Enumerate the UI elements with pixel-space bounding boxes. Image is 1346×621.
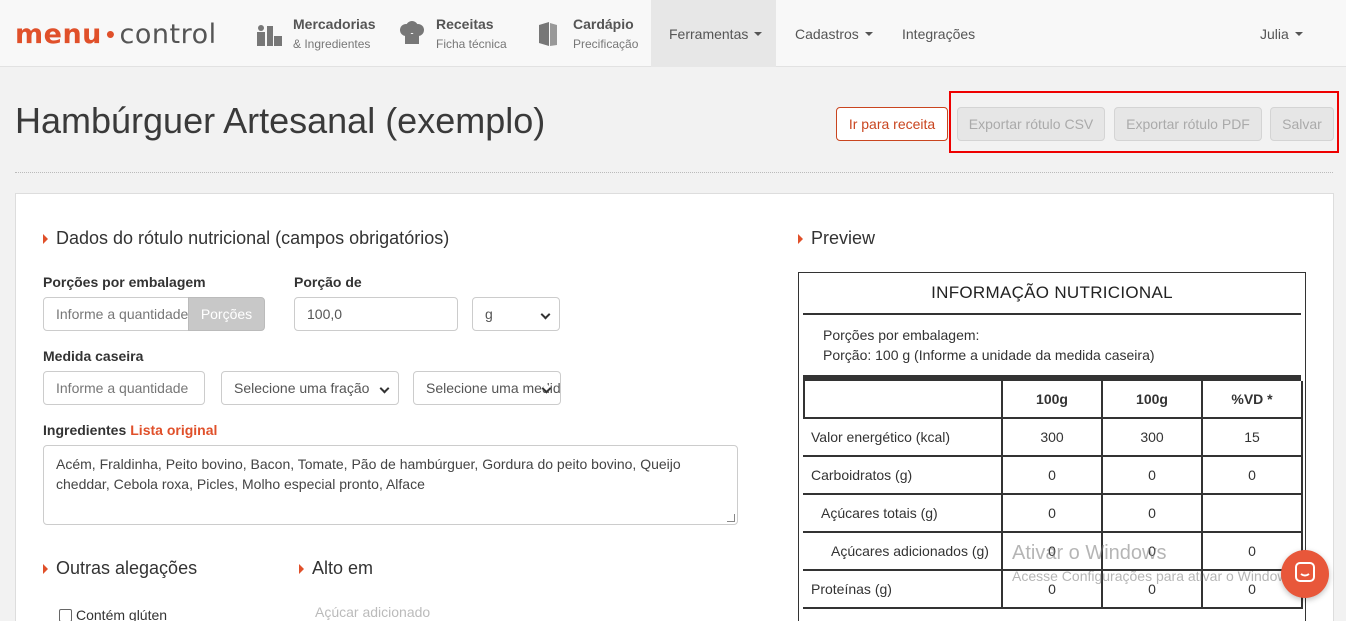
portion-line: Porção: 100 g (Informe a unidade da medi… [823,347,1155,363]
table-cell: 300 [1103,419,1203,457]
header-divider [15,172,1333,173]
windows-activation-sub: Acesse Configurações para ativar o Windo… [1012,568,1299,584]
chat-icon [1294,561,1316,588]
nav-ferramentas[interactable]: Ferramentas [651,0,776,67]
fraction-select[interactable]: Selecione uma fração [221,371,399,405]
table-row-label: Valor energético (kcal) [803,419,1003,457]
user-menu[interactable]: Julia [1242,0,1321,67]
chevron-down-icon [754,31,763,36]
windows-activation-title: Ativar o Windows [1012,542,1167,564]
servings-input[interactable]: Informe a quantidade [43,297,189,331]
nav-cardapio[interactable]: Cardápio Precificação [535,0,638,67]
nav-mercadorias-title: Mercadorias [293,16,376,32]
ingredients-textarea[interactable]: Acém, Fraldinha, Peito bovino, Bacon, To… [43,445,738,525]
resize-handle-icon[interactable] [727,514,735,522]
nav-integracoes[interactable]: Integrações [884,0,993,67]
preview-title: Preview [798,228,875,249]
top-navbar: menu • control Mercadorias & Ingrediente… [0,0,1346,67]
table-cell: 15 [1203,419,1303,457]
gluten-label: Contém glúten [76,607,168,621]
ingredients-icon [255,19,283,49]
nav-cadastros-label: Cadastros [795,25,859,42]
caret-right-icon [43,563,48,574]
chevron-down-icon [864,31,873,36]
table-cell [1203,495,1303,533]
table-divider [803,313,1301,315]
fraction-select-value: Selecione uma fração [234,380,370,396]
chef-hat-icon [398,19,426,49]
table-cell: 0 [1003,457,1103,495]
household-qty-input[interactable]: Informe a quantidade [43,371,205,405]
table-header-cell: %VD * [1203,381,1303,419]
nav-cardapio-sub: Precificação [573,37,639,51]
table-header-cell: 100g [1103,381,1203,419]
gluten-checkbox[interactable] [59,608,72,621]
nutrition-table-title: INFORMAÇÃO NUTRICIONAL [931,283,1173,302]
table-cell: 0 [1003,495,1103,533]
brand-logo[interactable]: menu • control [15,14,217,54]
page-title: Hambúrguer Artesanal (exemplo) [15,100,546,141]
portion-unit-value: g [485,306,493,322]
servings-label: Porções por embalagem [43,274,206,290]
nav-integracoes-label: Integrações [902,25,976,42]
portion-label: Porção de [294,274,362,290]
brand-part1: menu [15,18,102,50]
nav-receitas[interactable]: Receitas Ficha técnica [398,0,507,67]
table-row-label: Carboidratos (g) [803,457,1003,495]
table-row-label: Açúcares totais (g) [803,495,1003,533]
brand-part2: control [119,18,217,50]
chevron-down-icon [1294,31,1303,36]
measure-select[interactable]: Selecione uma medida [413,371,561,405]
table-cell: 0 [1203,457,1303,495]
chat-button[interactable] [1281,550,1329,598]
nutrition-form-title: Dados do rótulo nutricional (campos obri… [43,228,449,249]
table-cell: 300 [1003,419,1103,457]
ingredients-label: Ingredientes Lista original [43,422,217,438]
caret-right-icon [43,233,48,244]
nav-cardapio-title: Cardápio [573,16,634,32]
original-list-link[interactable]: Lista original [130,422,217,438]
nav-receitas-sub: Ficha técnica [436,37,507,51]
nav-ferramentas-label: Ferramentas [669,25,749,42]
user-name: Julia [1260,25,1289,42]
servings-per-package-line: Porções por embalagem: [823,327,980,343]
table-row-label: Açúcares adicionados (g) [803,533,1003,571]
servings-addon: Porções [188,297,265,331]
nav-mercadorias[interactable]: Mercadorias & Ingredientes [255,0,375,67]
brand-dot: • [105,18,116,49]
chevron-down-icon [540,309,551,320]
nav-receitas-title: Receitas [436,16,494,32]
ingredients-label-text: Ingredientes [43,422,127,438]
portion-input[interactable]: 100,0 [294,297,458,331]
table-row-label: Proteínas (g) [803,571,1003,609]
household-measure-label: Medida caseira [43,348,144,364]
high-in-title-text: Alto em [312,558,374,578]
caret-right-icon [798,233,803,244]
added-sugar-option[interactable]: Açúcar adicionado [315,604,430,620]
menu-book-icon [535,19,563,49]
other-claims-title-text: Outras alegações [56,558,198,578]
portion-unit-select[interactable]: g [472,297,560,331]
chevron-down-icon [379,383,390,394]
gluten-checkbox-row[interactable]: Contém glúten [59,607,167,621]
preview-title-text: Preview [811,228,876,248]
nav-mercadorias-sub: & Ingredientes [293,37,371,51]
table-cell: 0 [1103,457,1203,495]
nutrition-form-title-text: Dados do rótulo nutricional (campos obri… [56,228,450,248]
ingredients-text: Acém, Fraldinha, Peito bovino, Bacon, To… [56,456,681,492]
nav-cadastros[interactable]: Cadastros [777,0,891,67]
high-in-title: Alto em [299,558,373,579]
other-claims-title: Outras alegações [43,558,197,579]
caret-right-icon [299,563,304,574]
go-to-recipe-button[interactable]: Ir para receita [836,107,948,141]
highlight-annotation [949,91,1339,153]
table-header-cell: 100g [1003,381,1103,419]
table-cell: 0 [1103,495,1203,533]
table-header-cell [803,381,1003,419]
